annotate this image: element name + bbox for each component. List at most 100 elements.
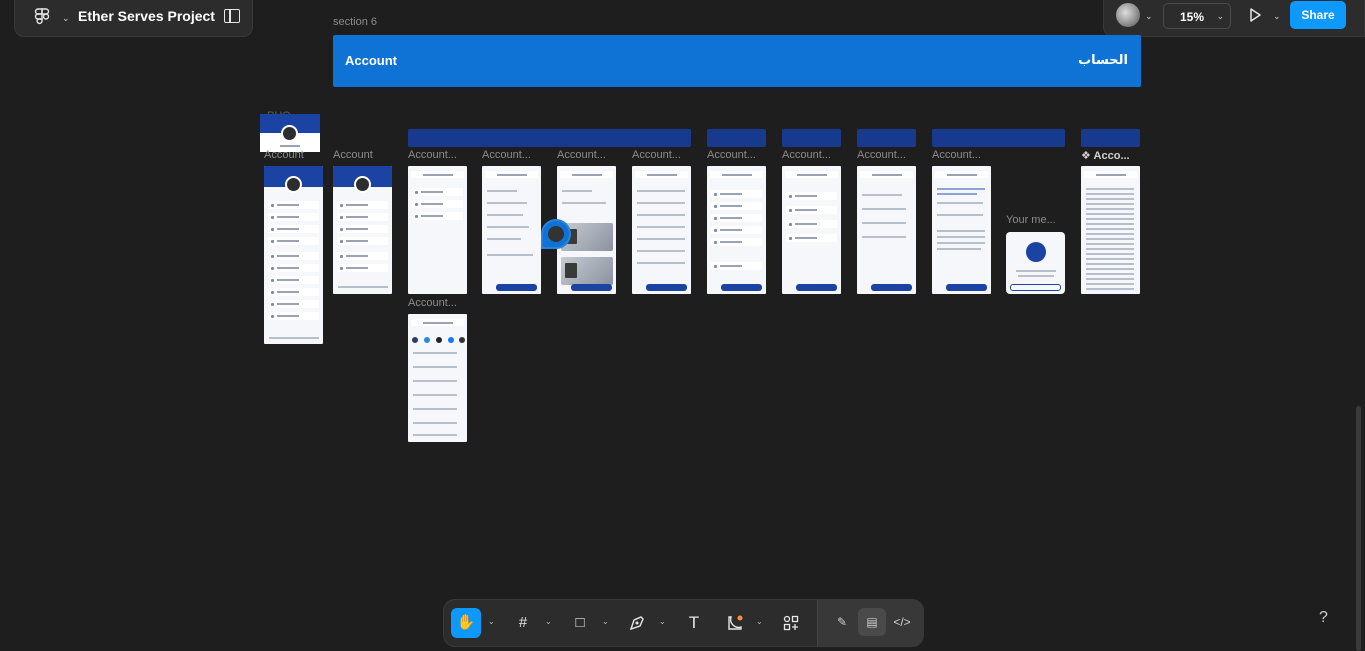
account-screen-frame[interactable] bbox=[932, 166, 991, 294]
field-line bbox=[487, 238, 521, 240]
mode-switcher: ✎ ▤ </> bbox=[817, 600, 924, 646]
hand-tool-button[interactable]: ✋ bbox=[451, 608, 481, 638]
contact-line bbox=[413, 394, 457, 396]
frame-label[interactable]: Account... bbox=[857, 149, 906, 161]
account-screen-frame[interactable] bbox=[482, 166, 541, 294]
component-frame-label[interactable]: ❖ Acco... bbox=[1081, 149, 1130, 162]
text-line bbox=[1086, 208, 1134, 210]
menu-row bbox=[268, 264, 319, 272]
add-card-button bbox=[796, 284, 837, 291]
banner-title-ar: الحساب bbox=[1078, 52, 1128, 67]
figma-logo-icon[interactable] bbox=[31, 7, 53, 29]
menu-row bbox=[412, 212, 463, 220]
screen-title-bar bbox=[935, 171, 988, 178]
account-screen-frame[interactable] bbox=[857, 166, 916, 294]
frame-label[interactable]: Your me... bbox=[1006, 214, 1056, 226]
draw-mode-button[interactable]: ✎ bbox=[828, 608, 856, 636]
card-row bbox=[711, 202, 762, 210]
header-block-1[interactable] bbox=[408, 129, 691, 147]
account-screen-frame[interactable] bbox=[632, 166, 691, 294]
hand-icon: ✋ bbox=[456, 614, 476, 631]
design-mode-button[interactable]: ▤ bbox=[858, 608, 886, 636]
message-success-frame[interactable] bbox=[1006, 232, 1065, 294]
section-label[interactable]: section 6 bbox=[333, 16, 377, 28]
shape-tool-button[interactable] bbox=[720, 608, 750, 638]
rectangle-tool-chevron-icon[interactable]: ⌄ bbox=[602, 617, 609, 626]
draw-mode-icon: ✎ bbox=[836, 615, 848, 629]
text-line bbox=[937, 230, 985, 232]
header-block-4[interactable] bbox=[857, 129, 916, 147]
section-banner-frame[interactable]: Account الحساب bbox=[333, 35, 1141, 87]
text-line bbox=[1086, 283, 1134, 285]
screen-title-bar bbox=[560, 171, 613, 178]
pen-tool-button[interactable] bbox=[622, 608, 652, 638]
header-block-3[interactable] bbox=[782, 129, 841, 147]
frame-label[interactable]: Account... bbox=[482, 149, 531, 161]
header-block-5[interactable] bbox=[932, 129, 1065, 147]
field-line bbox=[862, 222, 906, 224]
field-line bbox=[562, 202, 606, 204]
frame-label[interactable]: Account bbox=[333, 149, 373, 161]
whatsapp-icon bbox=[412, 337, 418, 343]
collaborator-avatar bbox=[548, 226, 564, 242]
present-play-icon[interactable] bbox=[1247, 7, 1263, 23]
avatar-chevron-icon[interactable]: ⌄ bbox=[1145, 11, 1153, 22]
menu-row bbox=[268, 276, 319, 284]
account-screen-frame[interactable] bbox=[782, 166, 841, 294]
terms-frame[interactable] bbox=[1081, 166, 1140, 294]
pen-tool-chevron-icon[interactable]: ⌄ bbox=[659, 617, 666, 626]
contact-frame[interactable] bbox=[408, 314, 467, 442]
text-line bbox=[1086, 213, 1134, 215]
design-mode-icon: ▤ bbox=[866, 615, 878, 629]
account-screen-frame[interactable] bbox=[333, 166, 392, 294]
user-avatar[interactable] bbox=[1116, 3, 1140, 27]
frame-label[interactable]: Account... bbox=[782, 149, 831, 161]
field-line bbox=[487, 190, 517, 192]
rectangle-tool-button[interactable]: □ bbox=[565, 608, 595, 638]
field-line bbox=[487, 226, 529, 228]
text-tool-button[interactable]: T bbox=[679, 608, 709, 638]
frame-label[interactable]: Account... bbox=[557, 149, 606, 161]
header-block-2[interactable] bbox=[707, 129, 766, 147]
dev-mode-button[interactable]: </> bbox=[888, 608, 916, 636]
photo-avatar bbox=[281, 125, 298, 142]
menu-row bbox=[268, 201, 319, 209]
frame-label[interactable]: Account... bbox=[632, 149, 681, 161]
frame-label[interactable]: Account... bbox=[707, 149, 756, 161]
present-chevron-icon[interactable]: ⌄ bbox=[1273, 11, 1281, 22]
text-line bbox=[1086, 203, 1134, 205]
frame-tool-button[interactable]: # bbox=[508, 608, 538, 638]
telegram-icon bbox=[424, 337, 430, 343]
header-block-6[interactable] bbox=[1081, 129, 1140, 147]
frame-label[interactable]: Account... bbox=[932, 149, 981, 161]
text-line bbox=[1086, 193, 1134, 195]
photo-frame[interactable] bbox=[260, 114, 320, 152]
save-button bbox=[871, 284, 912, 291]
shape-tool-chevron-icon[interactable]: ⌄ bbox=[756, 617, 763, 626]
main-menu-chevron-icon[interactable]: ⌄ bbox=[62, 13, 70, 24]
text-line bbox=[1016, 270, 1056, 272]
project-title[interactable]: Ether Serves Project bbox=[78, 8, 215, 24]
help-button[interactable]: ? bbox=[1319, 609, 1328, 627]
frame-tool-chevron-icon[interactable]: ⌄ bbox=[545, 617, 552, 626]
sidebar-toggle-icon[interactable] bbox=[224, 9, 240, 23]
frame-icon: # bbox=[518, 614, 528, 631]
frame-label[interactable]: Account bbox=[264, 149, 304, 161]
share-button[interactable]: Share bbox=[1290, 1, 1346, 29]
vertical-scrollbar[interactable] bbox=[1356, 406, 1361, 651]
text-line bbox=[1086, 268, 1134, 270]
frame-label[interactable]: Account... bbox=[408, 149, 457, 161]
menu-row bbox=[268, 288, 319, 296]
frame-label[interactable]: Account... bbox=[408, 297, 457, 309]
field-line bbox=[637, 202, 685, 204]
facebook-icon bbox=[448, 337, 454, 343]
shape-icon bbox=[728, 615, 743, 630]
success-circle-icon bbox=[1026, 242, 1046, 262]
account-screen-frame[interactable] bbox=[264, 166, 323, 344]
actions-tool-button[interactable] bbox=[776, 608, 806, 638]
hand-tool-chevron-icon[interactable]: ⌄ bbox=[488, 617, 495, 626]
account-screen-frame[interactable] bbox=[707, 166, 766, 294]
save-button bbox=[646, 284, 687, 291]
zoom-dropdown[interactable]: 15% ⌄ bbox=[1163, 3, 1231, 29]
account-screen-frame[interactable] bbox=[408, 166, 467, 294]
